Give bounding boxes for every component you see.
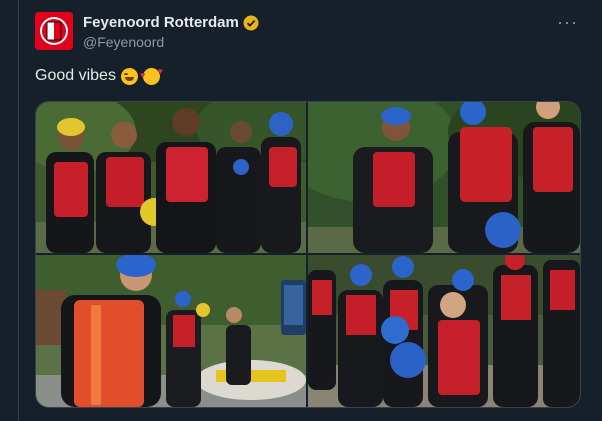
media-photo-3[interactable] <box>36 255 306 407</box>
media-photo-1[interactable] <box>36 102 306 253</box>
smiling-face-with-hearts-icon <box>140 66 163 85</box>
media-photo-2[interactable] <box>308 102 580 253</box>
tweet-card[interactable]: Feyenoord Rotterdam @Feyenoord ··· Good … <box>18 0 602 421</box>
photo-group-on-rocks <box>308 255 580 407</box>
verified-badge-icon <box>243 15 259 31</box>
tweet-text-content: Good vibes <box>35 67 116 84</box>
grinning-squinting-face-icon <box>120 67 138 85</box>
media-photo-4[interactable] <box>308 255 580 407</box>
media-grid <box>35 101 581 408</box>
photo-player-closeup <box>36 255 306 407</box>
display-name[interactable]: Feyenoord Rotterdam <box>83 14 239 31</box>
feyenoord-crest-icon <box>35 12 73 50</box>
photo-group-rafting-gear <box>36 102 306 253</box>
avatar[interactable] <box>35 12 73 50</box>
photo-players-blue-helmets <box>308 102 580 253</box>
tweet-text: Good vibes <box>35 66 163 85</box>
more-options-icon[interactable]: ··· <box>557 12 578 33</box>
account-handle[interactable]: @Feyenoord <box>83 34 164 50</box>
